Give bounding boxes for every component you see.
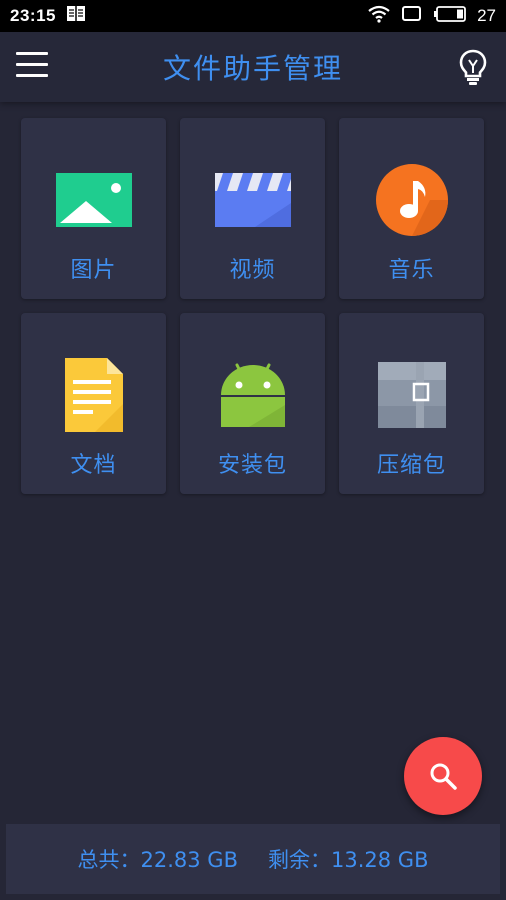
search-icon [430, 763, 457, 790]
storage-total-label: 总共： [77, 848, 141, 872]
screen-icon [401, 5, 423, 28]
search-button[interactable] [404, 737, 482, 815]
tile-apk[interactable]: 安装包 [180, 313, 325, 494]
tile-label: 压缩包 [376, 453, 446, 478]
tile-label: 安装包 [217, 453, 287, 478]
storage-total: 总共： 22.83 GB [78, 844, 238, 874]
music-note-icon [372, 160, 452, 240]
storage-info: 总共： 22.83 GB 剩余： 13.28 GB [6, 824, 500, 894]
storage-free-label: 剩余： [268, 848, 331, 872]
page-title: 文件助手管理 [162, 52, 343, 85]
menu-button[interactable] [16, 52, 50, 80]
battery-level: 27 [477, 6, 496, 25]
tile-label: 文档 [70, 453, 117, 478]
tile-documents[interactable]: 文档 [21, 313, 166, 494]
tile-archives[interactable]: 压缩包 [339, 313, 484, 494]
document-icon [54, 355, 134, 435]
storage-total-value: 22.83 GB [140, 848, 238, 872]
tile-videos[interactable]: 视频 [180, 118, 325, 299]
tile-music[interactable]: 音乐 [339, 118, 484, 299]
archive-icon [372, 355, 452, 435]
android-icon [213, 355, 293, 435]
wifi-icon [367, 5, 391, 28]
lightbulb-button[interactable] [458, 48, 488, 86]
clapperboard-icon [213, 160, 293, 240]
tile-label: 视频 [229, 258, 276, 283]
category-grid: 图片 视频 音乐 文档 安装包 压缩包 [21, 118, 485, 494]
status-time: 23:15 [10, 6, 56, 25]
tile-label: 图片 [70, 258, 117, 283]
menu-icon [16, 52, 48, 55]
lightbulb-icon [459, 49, 487, 85]
image-icon [54, 160, 134, 240]
storage-free: 剩余： 13.28 GB [268, 844, 428, 874]
battery-icon [433, 5, 467, 28]
tile-label: 音乐 [388, 258, 435, 283]
app-bar: 文件助手管理 [0, 32, 506, 102]
storage-free-value: 13.28 GB [331, 848, 429, 872]
tile-images[interactable]: 图片 [21, 118, 166, 299]
book-icon [66, 5, 86, 27]
status-bar: 23:15 27 [0, 0, 506, 32]
